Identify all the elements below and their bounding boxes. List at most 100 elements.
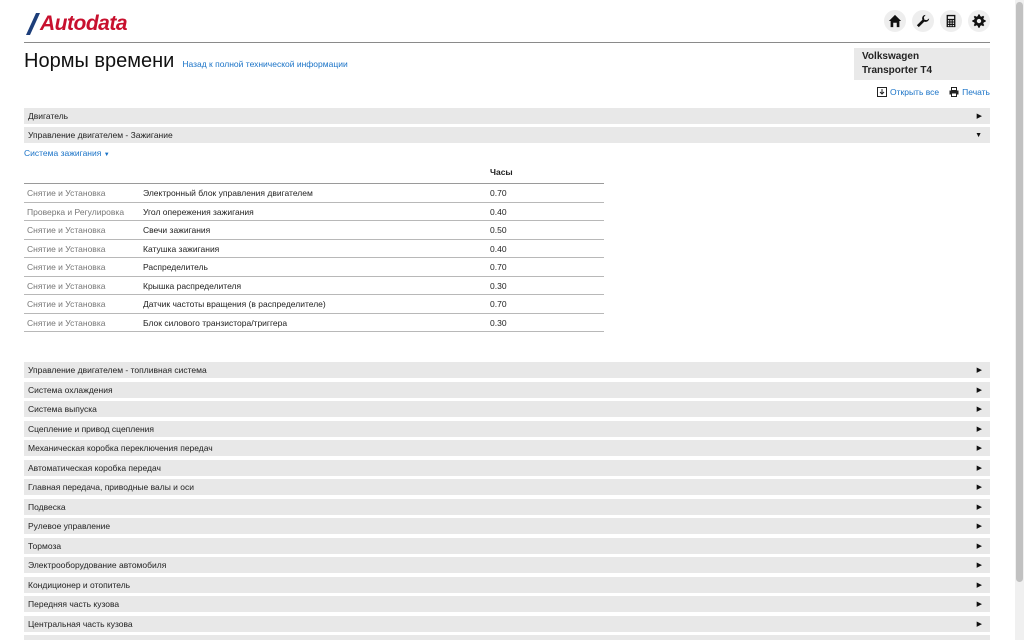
operation-cell: Снятие и Установка xyxy=(27,225,106,235)
actions-bar: Открыть все Печать xyxy=(877,87,990,97)
section-central-body[interactable]: Центральная часть кузова ▶ xyxy=(24,615,990,632)
hours-cell: 0.70 xyxy=(490,299,507,309)
operation-cell: Снятие и Установка xyxy=(27,262,106,272)
section-label: Рулевое управление xyxy=(28,521,111,531)
labour-times-table: Часы Снятие и Установка Электронный блок… xyxy=(24,163,604,332)
chevron-right-icon: ▶ xyxy=(976,445,982,452)
section-label: Механическая коробка переключения переда… xyxy=(28,443,213,453)
logo-text: Autodata xyxy=(40,12,128,35)
calculator-icon[interactable] xyxy=(940,10,962,32)
chevron-right-icon: ▶ xyxy=(976,601,982,608)
page-title: Нормы времени xyxy=(24,50,175,72)
table-row: Снятие и Установка Крышка распределителя… xyxy=(24,277,604,295)
section-label: Автоматическая коробка передач xyxy=(28,462,161,473)
operation-cell: Снятие и Установка xyxy=(27,299,106,309)
section-label: Управление двигателем - топливная систем… xyxy=(28,365,207,375)
subsection-ignition-system[interactable]: Система зажигания ▼ xyxy=(24,148,110,158)
section-fuel-system[interactable]: Управление двигателем - топливная систем… xyxy=(24,362,990,378)
chevron-right-icon: ▶ xyxy=(976,484,982,491)
back-to-technical-info-link[interactable]: Назад к полной технической информации xyxy=(182,59,347,69)
section-next-partial[interactable] xyxy=(24,635,990,640)
hours-cell: 0.70 xyxy=(490,262,507,272)
chevron-down-icon: ▼ xyxy=(975,131,982,139)
section-suspension[interactable]: Подвеска ▶ xyxy=(24,498,990,515)
section-brakes[interactable]: Тормоза ▶ xyxy=(24,537,990,554)
gear-icon[interactable] xyxy=(968,10,990,32)
chevron-right-icon: ▶ xyxy=(976,503,982,511)
section-label: Двигатель xyxy=(28,111,69,121)
table-row: Снятие и Установка Электронный блок упра… xyxy=(24,184,604,203)
section-manual-gearbox[interactable]: Механическая коробка переключения переда… xyxy=(24,440,990,456)
header-toolbar xyxy=(884,10,990,32)
logo-mark-icon xyxy=(26,13,40,35)
chevron-right-icon: ▶ xyxy=(976,562,982,569)
section-air-conditioning-heating[interactable]: Кондиционер и отопитель ▶ xyxy=(24,576,990,593)
component-cell: Распределитель xyxy=(143,262,208,272)
chevron-right-icon: ▶ xyxy=(976,464,982,472)
chevron-right-icon: ▶ xyxy=(976,542,982,550)
scrollbar[interactable] xyxy=(1015,0,1024,640)
chevron-right-icon: ▶ xyxy=(976,523,982,530)
section-label: Кондиционер и отопитель xyxy=(28,579,131,590)
vehicle-model: Transporter T4 xyxy=(862,65,933,76)
subsection-label: Система зажигания xyxy=(24,148,102,158)
table-row: Снятие и Установка Катушка зажигания 0.4… xyxy=(24,240,604,258)
operation-cell: Снятие и Установка xyxy=(27,280,106,291)
hours-cell: 0.30 xyxy=(490,317,507,328)
vehicle-make: Volkswagen xyxy=(862,51,920,62)
section-label: Управление двигателем - Зажигание xyxy=(28,130,173,140)
scrollbar-thumb[interactable] xyxy=(1016,2,1023,582)
section-label: Система охлаждения xyxy=(28,384,113,395)
table-row: Снятие и Установка Блок силового транзис… xyxy=(24,314,604,332)
section-front-body[interactable]: Передняя часть кузова ▶ xyxy=(24,596,990,612)
home-icon[interactable] xyxy=(884,10,906,32)
section-electrical[interactable]: Электрооборудование автомобиля ▶ xyxy=(24,557,990,573)
section-exhaust-system[interactable]: Система выпуска ▶ xyxy=(24,401,990,417)
section-label: Главная передача, приводные валы и оси xyxy=(28,482,194,492)
component-cell: Блок силового транзистора/триггера xyxy=(143,317,288,328)
section-label: Подвеска xyxy=(28,501,66,512)
section-label: Тормоза xyxy=(28,540,62,551)
section-engine-management-ignition[interactable]: Управление двигателем - Зажигание ▼ xyxy=(24,127,990,143)
chevron-right-icon: ▶ xyxy=(976,425,982,433)
printer-icon xyxy=(949,87,959,97)
component-cell: Электронный блок управления двигателем xyxy=(143,188,313,198)
operation-cell: Снятие и Установка xyxy=(27,317,106,328)
section-automatic-gearbox[interactable]: Автоматическая коробка передач ▶ xyxy=(24,459,990,476)
hours-cell: 0.50 xyxy=(490,225,507,235)
chevron-right-icon: ▶ xyxy=(976,367,982,374)
component-cell: Датчик частоты вращения (в распределител… xyxy=(143,299,326,309)
table-row: Снятие и Установка Распределитель 0.70 xyxy=(24,258,604,277)
section-label: Передняя часть кузова xyxy=(28,599,120,609)
autodata-logo[interactable]: Autodata xyxy=(26,9,128,35)
section-cooling-system[interactable]: Система охлаждения ▶ xyxy=(24,381,990,398)
vehicle-box: Volkswagen Transporter T4 xyxy=(854,48,990,80)
component-cell: Угол опережения зажигания xyxy=(143,206,254,217)
header: Autodata xyxy=(24,0,990,43)
table-header: Часы xyxy=(24,163,604,184)
open-all-button[interactable]: Открыть все xyxy=(877,87,939,97)
table-row: Проверка и Регулировка Угол опережения з… xyxy=(24,203,604,221)
operation-cell: Проверка и Регулировка xyxy=(27,206,125,217)
section-label: Система выпуска xyxy=(28,404,97,414)
title-row: Нормы времени Назад к полной технической… xyxy=(24,50,348,73)
hours-cell: 0.40 xyxy=(490,243,507,254)
open-all-label: Открыть все xyxy=(890,87,940,97)
table-row: Снятие и Установка Датчик частоты вращен… xyxy=(24,295,604,314)
chevron-right-icon: ▶ xyxy=(976,581,982,589)
section-clutch[interactable]: Сцепление и привод сцепления ▶ xyxy=(24,420,990,437)
wrench-icon[interactable] xyxy=(912,10,934,32)
operation-cell: Снятие и Установка xyxy=(27,188,106,198)
section-label: Сцепление и привод сцепления xyxy=(28,423,155,434)
component-cell: Свечи зажигания xyxy=(143,225,211,235)
operation-cell: Снятие и Установка xyxy=(27,243,106,254)
chevron-right-icon: ▶ xyxy=(976,113,982,120)
section-final-drive[interactable]: Главная передача, приводные валы и оси ▶ xyxy=(24,479,990,495)
table-row: Снятие и Установка Свечи зажигания 0.50 xyxy=(24,221,604,240)
chevron-right-icon: ▶ xyxy=(976,406,982,413)
print-button[interactable]: Печать xyxy=(949,87,990,97)
chevron-right-icon: ▶ xyxy=(976,620,982,628)
section-engine[interactable]: Двигатель ▶ xyxy=(24,108,990,124)
section-label: Центральная часть кузова xyxy=(28,618,133,629)
section-steering[interactable]: Рулевое управление ▶ xyxy=(24,518,990,534)
